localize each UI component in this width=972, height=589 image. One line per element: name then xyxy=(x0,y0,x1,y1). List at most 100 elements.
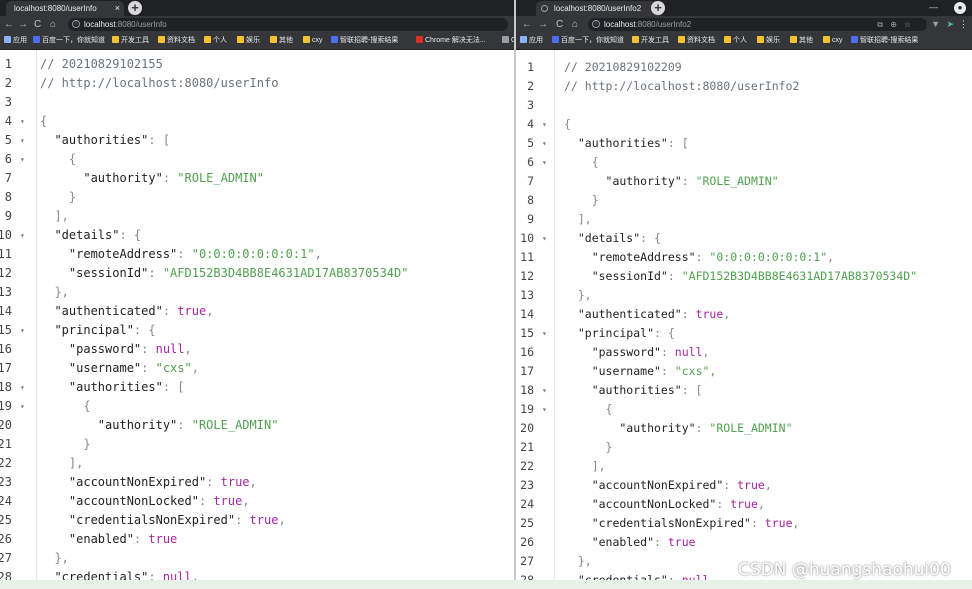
bookmark-item[interactable]: 其他 xyxy=(270,33,293,49)
browser-toolbar: ← → C ⌂ i localhost:8080/userInfo xyxy=(0,16,514,33)
fold-arrow-icon[interactable]: ▾ xyxy=(20,378,25,397)
json-punctuation: : { xyxy=(640,231,661,245)
bookmark-label: 其他 xyxy=(799,37,813,44)
new-tab-button[interactable]: + xyxy=(128,1,142,15)
code-line: 14 "authenticated": true, xyxy=(0,302,514,321)
close-icon[interactable]: × xyxy=(115,1,120,16)
bookmark-item[interactable]: cxy xyxy=(823,33,843,49)
bookmark-item[interactable]: 资料文档 xyxy=(158,33,195,49)
bookmark-item[interactable]: Oper xyxy=(502,33,514,49)
line-number: 19 xyxy=(0,399,12,413)
bookmark-item[interactable]: 智联招聘-搜索结果 xyxy=(851,33,918,49)
bookmark-item[interactable]: Chrome 解决无法... xyxy=(416,33,486,49)
fold-arrow-icon[interactable]: ▾ xyxy=(542,400,547,419)
code-text: "enabled": true xyxy=(40,530,177,549)
json-key: "details" xyxy=(40,228,120,242)
bookmark-item[interactable]: 应用 xyxy=(520,33,543,49)
code-line: 24 "accountNonLocked": true, xyxy=(0,492,514,511)
bookmark-item[interactable]: 资料文档 xyxy=(678,33,715,49)
line-number: 15 xyxy=(520,326,534,340)
line-number: 7 xyxy=(4,171,12,185)
json-punctuation: : xyxy=(750,516,765,530)
home-icon[interactable]: ⌂ xyxy=(50,17,56,32)
fold-arrow-icon[interactable]: ▾ xyxy=(542,134,547,153)
line-number: 22 xyxy=(0,456,12,470)
minimize-icon[interactable]: — xyxy=(929,2,938,12)
fold-arrow-icon[interactable]: ▾ xyxy=(20,226,25,245)
code-text: "authorities": [ xyxy=(564,381,703,400)
bookmark-item[interactable]: 个人 xyxy=(724,33,747,49)
bookmark-label: 娱乐 xyxy=(766,37,780,44)
home-icon[interactable]: ⌂ xyxy=(572,17,578,32)
info-icon[interactable]: i xyxy=(592,20,600,28)
json-literal: null xyxy=(681,573,710,580)
back-icon[interactable]: ← xyxy=(4,17,14,32)
reload-icon[interactable]: C xyxy=(556,17,563,32)
bookmark-item[interactable]: 其他 xyxy=(790,33,813,49)
json-punctuation: : [ xyxy=(148,133,171,147)
json-punctuation: , xyxy=(757,497,765,511)
extension-arrow-icon[interactable]: ➤ xyxy=(946,17,954,32)
info-icon[interactable]: i xyxy=(72,20,80,28)
fold-arrow-icon[interactable]: ▾ xyxy=(542,115,547,134)
menu-icon[interactable]: ⋮ xyxy=(959,17,968,32)
bookmark-item[interactable]: 个人 xyxy=(204,33,227,49)
code-line: 15 ▾ "principal": { xyxy=(516,324,972,343)
bookmark-item[interactable]: 娱乐 xyxy=(757,33,780,49)
json-punctuation: : { xyxy=(654,326,675,340)
fold-arrow-icon[interactable]: ▾ xyxy=(542,153,547,172)
line-number: 24 xyxy=(0,494,12,508)
new-tab-button[interactable]: + xyxy=(651,1,665,15)
tab-userinfo[interactable]: localhost:8080/userInfo × xyxy=(6,1,124,16)
bookmark-item[interactable]: 娱乐 xyxy=(237,33,260,49)
address-bar[interactable]: i localhost:8080/userInfo xyxy=(68,18,508,31)
reload-icon[interactable]: C xyxy=(34,17,41,32)
address-bar[interactable]: i localhost:8080/userInfo2 ⧉ ⊕ ☆ xyxy=(588,18,927,31)
back-icon[interactable]: ← xyxy=(522,17,532,32)
fold-arrow-icon[interactable]: ▾ xyxy=(20,321,25,340)
line-number: 11 xyxy=(520,250,534,264)
profile-avatar[interactable]: ● xyxy=(954,2,966,14)
fold-arrow-icon[interactable]: ▾ xyxy=(542,381,547,400)
bookmark-item[interactable]: 百度一下，你就知道 xyxy=(552,33,624,49)
bookmark-item[interactable]: 应用 xyxy=(4,33,27,49)
json-literal: true xyxy=(764,516,793,530)
code-line: 16 "password": null, xyxy=(516,343,972,362)
bookmark-item[interactable]: 百度一下，你就知道 xyxy=(33,33,105,49)
tab-title: localhost:8080/userInfo xyxy=(14,4,97,13)
bookmark-item[interactable]: cxy xyxy=(303,33,323,49)
fold-arrow-icon[interactable]: ▾ xyxy=(20,112,25,131)
tab-userinfo2[interactable]: localhost:8080/userInfo2 × xyxy=(536,1,662,16)
bookmark-item[interactable]: 智联招聘-搜索结果 xyxy=(331,33,398,49)
fold-arrow-icon[interactable]: ▾ xyxy=(542,324,547,343)
fold-arrow-icon[interactable]: ▾ xyxy=(542,229,547,248)
code-text: { xyxy=(40,150,76,169)
code-line: 23 "accountNonExpired": true, xyxy=(0,473,514,492)
line-number: 3 xyxy=(527,98,534,112)
json-key: "credentials" xyxy=(564,573,668,580)
code-text: ], xyxy=(564,210,592,229)
fold-arrow-icon[interactable]: ▾ xyxy=(20,150,25,169)
line-number: 9 xyxy=(527,212,534,226)
bookmark-star-icon[interactable]: ☆ xyxy=(904,18,911,31)
line-number: 12 xyxy=(520,269,534,283)
zoom-icon[interactable]: ⊕ xyxy=(890,18,897,31)
line-number: 17 xyxy=(520,364,534,378)
line-number: 10 xyxy=(0,228,12,242)
forward-icon[interactable]: → xyxy=(18,17,28,32)
bookmark-item[interactable]: 开发工具 xyxy=(632,33,669,49)
url-path: :8080/userInfo2 xyxy=(635,20,692,29)
line-number: 16 xyxy=(0,342,12,356)
bookmark-label: 开发工具 xyxy=(121,37,149,44)
code-text: "principal": { xyxy=(40,321,156,340)
bookmark-item[interactable]: 开发工具 xyxy=(112,33,149,49)
fold-arrow-icon[interactable]: ▾ xyxy=(20,131,25,150)
forward-icon[interactable]: → xyxy=(538,17,548,32)
code-line: 26 "enabled": true xyxy=(516,533,972,552)
extension-v-icon[interactable]: ▼ xyxy=(931,17,940,32)
translate-icon[interactable]: ⧉ xyxy=(877,18,883,31)
json-punctuation: : { xyxy=(133,323,156,337)
fold-arrow-icon[interactable]: ▾ xyxy=(20,397,25,416)
json-punctuation: : xyxy=(177,418,192,432)
line-number: 6 xyxy=(527,155,534,169)
